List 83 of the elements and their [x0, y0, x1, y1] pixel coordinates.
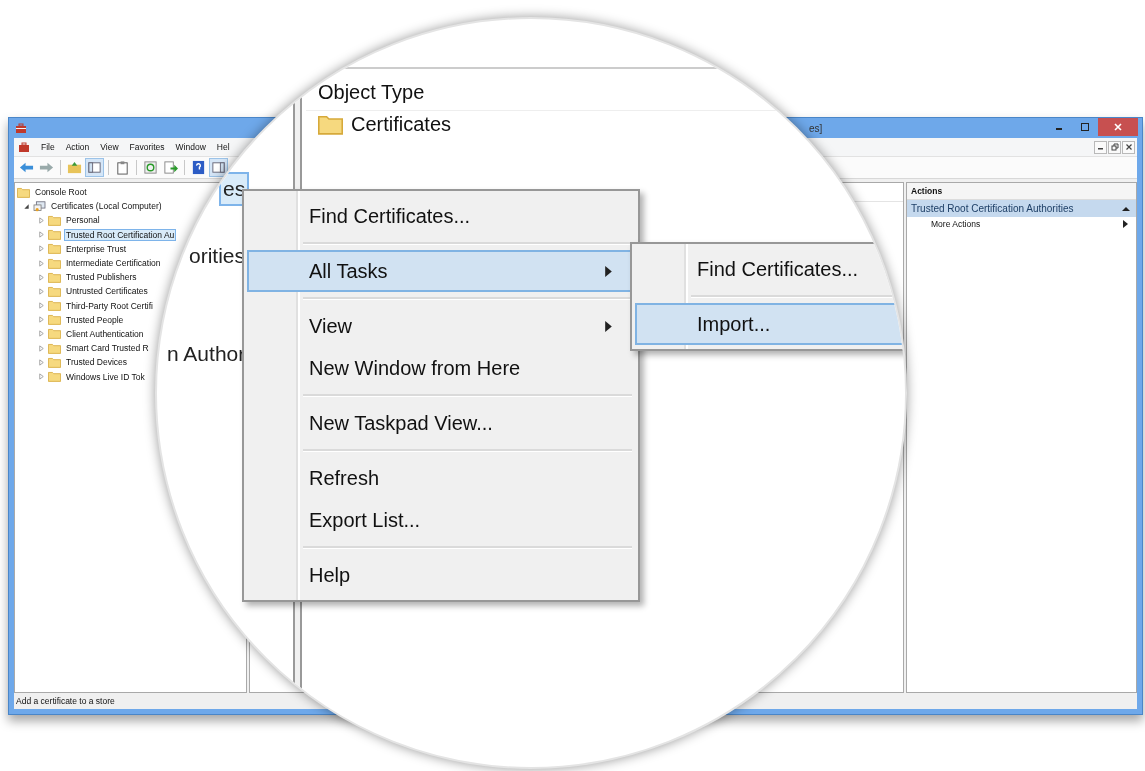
close-icon — [1124, 143, 1133, 151]
menu-bar-item[interactable]: Action — [65, 142, 90, 152]
expand-arrow-icon[interactable] — [38, 373, 45, 381]
tree-item[interactable]: Trusted People — [64, 313, 126, 326]
restore-button[interactable] — [1108, 140, 1121, 154]
menu-bar-item[interactable]: Window — [175, 142, 206, 152]
menu-item[interactable]: View — [247, 305, 632, 347]
menu-item[interactable]: New Window from Here — [247, 347, 632, 389]
tree-item[interactable]: Third-Party Root Certifi — [64, 299, 155, 312]
action-link[interactable]: More Actions — [907, 217, 1136, 231]
expand-arrow-icon[interactable] — [38, 273, 45, 281]
menu-bar-item[interactable]: Favorites — [129, 142, 165, 152]
expand-arrow-icon[interactable] — [38, 330, 45, 338]
folder-icon — [318, 114, 343, 135]
menu-item[interactable]: Find Certificates... — [635, 248, 905, 290]
menu-item[interactable]: Help — [247, 554, 632, 596]
folder-icon — [48, 342, 61, 354]
tree-item[interactable]: Smart Card Trusted R — [64, 342, 151, 355]
expand-arrow-icon[interactable] — [38, 259, 45, 267]
tree-item[interactable]: Client Authentication — [64, 327, 146, 340]
tree-item[interactable]: Personal — [64, 214, 102, 227]
submenu-arrow-icon — [1123, 220, 1128, 228]
menu-item[interactable]: Export List... — [247, 499, 632, 541]
column-header[interactable]: Object Type — [306, 69, 905, 111]
tree-item[interactable]: Trusted Devices — [64, 356, 130, 369]
expand-arrow-icon[interactable] — [38, 344, 45, 352]
folder-icon — [48, 285, 61, 297]
close-button[interactable] — [1122, 140, 1135, 154]
folder-icon — [17, 186, 30, 198]
folder-icon — [48, 257, 61, 269]
status-text: Add a certificate to a store — [16, 696, 115, 706]
close-icon — [1113, 122, 1123, 132]
expand-arrow-icon[interactable] — [38, 287, 45, 295]
expand-arrow-icon[interactable] — [38, 358, 45, 366]
menu-item[interactable]: Find Certificates... — [247, 195, 632, 237]
folder-icon — [48, 300, 61, 312]
folder-icon — [48, 229, 61, 241]
refresh-icon[interactable] — [142, 159, 159, 176]
folder-icon — [48, 371, 61, 383]
tree-item[interactable]: Trusted Publishers — [64, 271, 139, 284]
expand-arrow-icon[interactable] — [38, 245, 45, 253]
tree-item[interactable]: Untrusted Certificates — [64, 285, 150, 298]
toolbox-icon — [15, 122, 27, 134]
clipboard-icon[interactable] — [114, 159, 131, 176]
toolbox-icon — [18, 141, 30, 153]
menu-item[interactable]: Refresh — [247, 457, 632, 499]
collapse-arrow-icon — [1122, 205, 1130, 212]
folder-up-icon[interactable] — [66, 159, 83, 176]
menu-bar-item[interactable]: Hel — [216, 142, 230, 152]
tree-item[interactable]: Windows Live ID Tok — [64, 370, 147, 383]
help-icon[interactable] — [190, 159, 207, 176]
folder-icon — [48, 243, 61, 255]
minimize-button[interactable] — [1094, 140, 1107, 154]
folder-icon — [48, 314, 61, 326]
folder-icon — [48, 271, 61, 283]
pane-toggle-icon[interactable] — [86, 159, 103, 176]
restore-icon — [1110, 143, 1119, 151]
pane-toggle-icon[interactable] — [210, 159, 227, 176]
tree-item[interactable]: Console Root — [33, 186, 89, 199]
certificate-store-icon — [33, 200, 46, 212]
folder-icon — [48, 328, 61, 340]
folder-icon — [48, 356, 61, 368]
list-item[interactable]: Certificates — [351, 113, 452, 136]
menu-item[interactable]: All Tasks — [247, 250, 632, 292]
tree-item[interactable]: Enterprise Trust — [64, 242, 128, 255]
maximize-icon — [1080, 122, 1090, 132]
tree-item[interactable]: Trusted Root Certification Au — [64, 228, 177, 241]
expand-arrow-icon[interactable] — [38, 216, 45, 224]
menu-item[interactable]: New Taskpad View... — [247, 402, 632, 444]
tree-item[interactable]: Intermediate Certification — [64, 257, 163, 270]
menu-bar-item[interactable]: File — [41, 142, 55, 152]
collapse-arrow-icon[interactable] — [23, 202, 30, 210]
expand-arrow-icon[interactable] — [38, 302, 45, 310]
tree-item: n Author — [166, 341, 247, 367]
window-title: es] — [809, 122, 823, 134]
folder-icon — [48, 214, 61, 226]
menu-bar-item[interactable]: View — [100, 142, 119, 152]
tree-item[interactable]: Certificates (Local Computer) — [49, 200, 164, 213]
expand-arrow-icon[interactable] — [38, 316, 45, 324]
expand-arrow-icon[interactable] — [38, 231, 45, 239]
actions-title: Actions — [907, 183, 1136, 200]
actions-section-header[interactable]: Trusted Root Certification Authorities — [907, 200, 1136, 217]
export-icon[interactable] — [162, 159, 179, 176]
